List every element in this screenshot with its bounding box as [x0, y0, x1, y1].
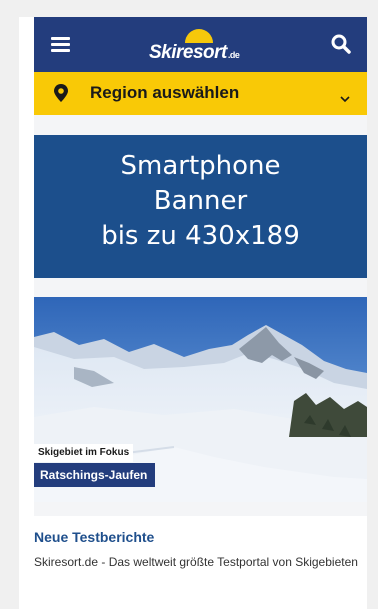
top-header: Skiresort.de [34, 17, 367, 72]
feature-tag-label: Skigebiet im Fokus [34, 444, 134, 462]
skiresort-logo[interactable]: Skiresort.de [146, 26, 256, 66]
ski-area-name[interactable]: Ratschings-Jaufen [34, 463, 156, 487]
ad-line-2: Banner [153, 186, 248, 216]
region-select-label: Region auswählen [90, 83, 240, 102]
region-select[interactable]: Region auswählen [34, 72, 367, 115]
sun-logo-icon [185, 29, 213, 43]
ad-line-3: bis zu 430x189 [101, 221, 300, 251]
app-frame: Skiresort.de Region auswählen Smartphone… [19, 17, 367, 609]
news-description: Skiresort.de - Das weltweit größte Testp… [34, 555, 358, 569]
hamburger-menu-icon[interactable] [51, 37, 70, 52]
news-card: Neue Testberichte Skiresort.de - Das wel… [34, 516, 367, 609]
search-icon[interactable] [330, 33, 352, 55]
smartphone-ad-banner[interactable]: Smartphone Banner bis zu 430x189 [34, 135, 367, 278]
news-title-link[interactable]: Neue Testberichte [34, 529, 154, 545]
logo-text: Skiresort.de [149, 42, 240, 63]
chevron-down-icon [339, 89, 351, 103]
ad-line-1: Smartphone [120, 151, 281, 181]
featured-ski-area-card[interactable]: Skigebiet im Fokus Ratschings-Jaufen [34, 297, 367, 502]
page-content: Skiresort.de Region auswählen Smartphone… [34, 17, 367, 609]
map-pin-icon [54, 84, 68, 102]
